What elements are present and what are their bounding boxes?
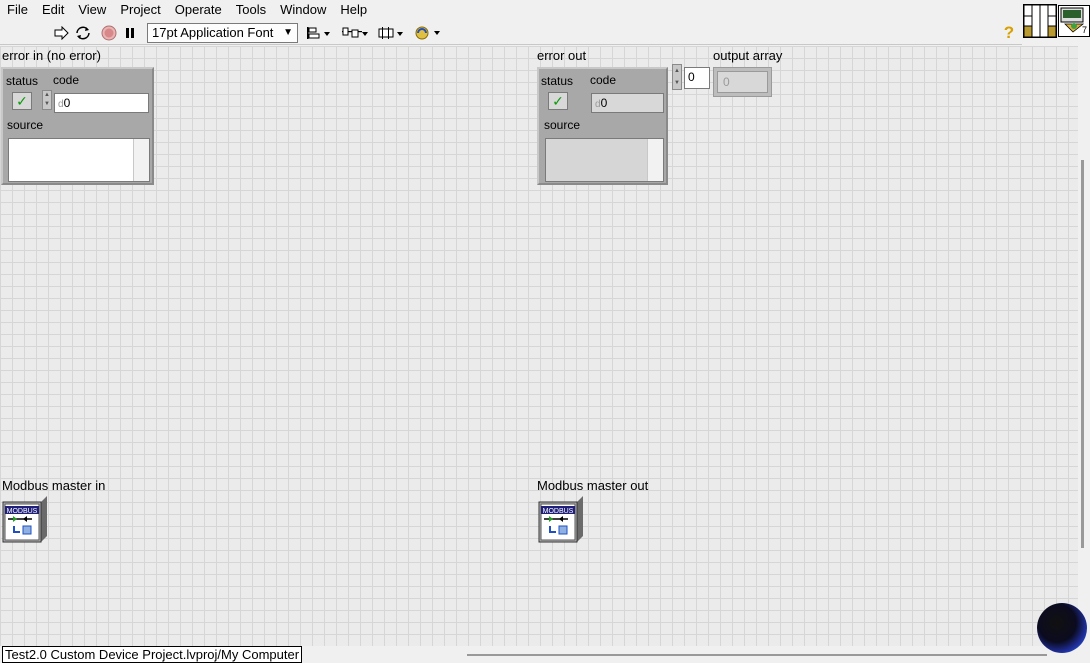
error-out-code-label: code	[590, 73, 617, 87]
menu-file[interactable]: File	[0, 1, 36, 19]
error-in-source-scrollbar[interactable]	[133, 139, 149, 181]
error-in-source-label: source	[7, 118, 44, 132]
reorder-icon[interactable]	[414, 24, 442, 42]
run-continuously-icon[interactable]	[74, 24, 92, 42]
output-array-index-value: 0	[688, 70, 695, 84]
abort-icon[interactable]	[100, 24, 118, 42]
font-select-label: 17pt Application Font	[152, 25, 274, 40]
menu-view[interactable]: View	[72, 1, 114, 19]
error-in-code-label: code	[53, 73, 80, 87]
modbus-in-icon-text: MODBUS	[7, 508, 38, 515]
output-array-index-increment[interactable]: ▲ ▼	[672, 64, 682, 90]
distribute-objects-icon[interactable]	[341, 24, 369, 42]
error-in-code-value: 0	[63, 96, 71, 110]
error-out-source-field	[545, 138, 664, 182]
font-select[interactable]: 17pt Application Font ▼	[147, 23, 298, 43]
error-out-code-value: 0	[600, 96, 608, 110]
connector-pane[interactable]	[1023, 4, 1057, 38]
modbus-in-label: Modbus master in	[2, 478, 106, 493]
modbus-out-icon-text: MODBUS	[543, 508, 574, 515]
menu-tools[interactable]: Tools	[230, 1, 274, 19]
vi-icon-digit: 7	[1081, 25, 1087, 35]
error-in-status-checkbox[interactable]: ✓	[12, 92, 32, 110]
vertical-scrollbar[interactable]	[1078, 46, 1090, 646]
menu-bar: File Edit View Project Operate Tools Win…	[0, 0, 1022, 20]
output-array-element: 0	[717, 71, 768, 93]
run-state-orb-icon	[1037, 603, 1087, 653]
vi-icon[interactable]: 7	[1058, 5, 1090, 37]
menu-edit[interactable]: Edit	[36, 1, 72, 19]
error-in-code-field[interactable]: d0	[54, 93, 149, 113]
error-out-status-led: ✓	[548, 92, 568, 110]
error-in-status-label: status	[6, 74, 39, 88]
menu-window[interactable]: Window	[274, 1, 334, 19]
pause-icon[interactable]	[121, 24, 139, 42]
modbus-out-label: Modbus master out	[537, 478, 649, 493]
output-array-label: output array	[713, 48, 783, 63]
modbus-in-refnum[interactable]: MODBUS	[1, 496, 47, 543]
menu-help[interactable]: Help	[334, 1, 375, 19]
dropdown-arrow-icon: ▼	[283, 27, 293, 38]
error-in-source-field[interactable]	[8, 138, 150, 182]
output-array-element-value: 0	[723, 75, 730, 89]
project-path[interactable]: Test2.0 Custom Device Project.lvproj/My …	[2, 646, 303, 663]
error-out-source-label: source	[544, 118, 581, 132]
run-arrow-icon[interactable]	[52, 24, 70, 42]
error-out-source-scrollbar[interactable]	[647, 139, 663, 181]
error-in-code-increment[interactable]: ▲ ▼	[42, 90, 52, 110]
vertical-scrollbar-thumb[interactable]	[1081, 160, 1084, 548]
error-in-label: error in (no error)	[2, 48, 101, 63]
error-out-status-label: status	[541, 74, 574, 88]
align-objects-icon[interactable]	[306, 24, 332, 42]
modbus-out-refnum: MODBUS	[537, 496, 583, 543]
context-help-icon[interactable]: ?	[1001, 23, 1017, 42]
menu-project[interactable]: Project	[114, 1, 168, 19]
error-out-code-field: d0	[591, 93, 664, 113]
horizontal-scrollbar[interactable]	[467, 654, 1047, 656]
output-array-index-field[interactable]: 0	[684, 67, 710, 89]
error-out-label: error out	[537, 48, 587, 63]
menu-operate[interactable]: Operate	[169, 1, 230, 19]
resize-objects-icon[interactable]	[377, 24, 405, 42]
